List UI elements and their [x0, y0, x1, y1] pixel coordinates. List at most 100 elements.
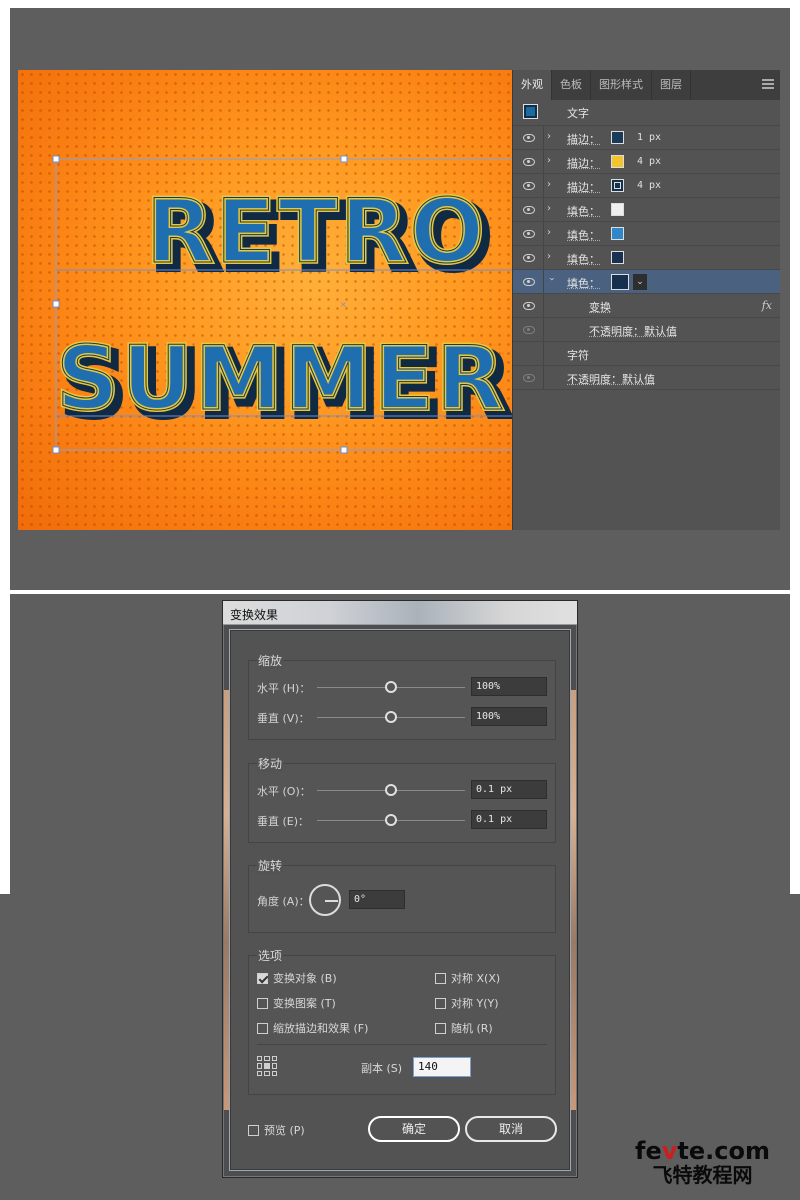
fill-opacity-label[interactable]: 不透明度：默认值 [589, 323, 677, 339]
move-vertical-slider-knob[interactable] [385, 814, 397, 826]
fill-row-selected[interactable]: › 填色： ⌄ [513, 270, 780, 294]
visibility-eye-icon[interactable] [523, 206, 535, 214]
characters-row[interactable]: 字符 [513, 342, 780, 366]
tab-layers[interactable]: 图层 [652, 70, 691, 100]
move-vertical-input[interactable]: 0.1 px [471, 810, 547, 829]
fill-label[interactable]: 填色： [567, 227, 600, 243]
fill-row-3[interactable]: › 填色： [513, 246, 780, 270]
appearance-header-row[interactable]: 文字 [513, 100, 780, 126]
checkbox-icon[interactable] [248, 1125, 259, 1136]
expand-chevron-icon[interactable]: › [547, 252, 557, 262]
visibility-eye-icon[interactable] [523, 254, 535, 262]
visibility-eye-icon[interactable] [523, 134, 535, 142]
reflect-y-checkbox[interactable]: 对称 Y(Y) [435, 995, 499, 1011]
page: RETRO RETRO RETRO SUMMER SUMMER SUMMER × [0, 0, 800, 1200]
fill-swatch[interactable] [611, 227, 624, 240]
copies-input[interactable]: 140 [413, 1057, 471, 1077]
handle-bottom-center[interactable] [340, 446, 348, 454]
fill-swatch[interactable] [611, 251, 624, 264]
expand-chevron-icon[interactable]: › [547, 180, 557, 190]
rotate-group: 旋转 角度 (A)： 0° [248, 857, 556, 933]
handle-middle-left[interactable] [52, 300, 60, 308]
fill-label[interactable]: 填色： [567, 275, 600, 291]
stroke-swatch[interactable] [611, 131, 624, 144]
stroke-label[interactable]: 描边： [567, 131, 600, 147]
stroke-swatch[interactable] [611, 179, 624, 192]
handle-top-center[interactable] [340, 155, 348, 163]
stroke-swatch[interactable] [611, 155, 624, 168]
row-divider [543, 198, 544, 221]
checkbox-icon[interactable] [257, 998, 268, 1009]
checkbox-icon[interactable] [435, 1023, 446, 1034]
panel-menu-icon[interactable] [762, 79, 774, 89]
stroke-weight[interactable]: 4 px [637, 180, 661, 191]
scale-vertical-row: 垂直 (V)： 100% [257, 707, 553, 727]
tab-appearance[interactable]: 外观 [513, 70, 552, 100]
visibility-eye-icon[interactable] [523, 278, 535, 286]
stroke-row-3[interactable]: › 描边： 4 px [513, 174, 780, 198]
collapse-chevron-icon[interactable]: › [546, 277, 557, 287]
stroke-label[interactable]: 描边： [567, 179, 600, 195]
effect-transform-row[interactable]: 变换 fx [513, 294, 780, 318]
stroke-row-1[interactable]: › 描边： 1 px [513, 126, 780, 150]
expand-chevron-icon[interactable]: › [547, 156, 557, 166]
reference-point-locator-icon[interactable] [257, 1056, 277, 1076]
stroke-label[interactable]: 描边： [567, 155, 600, 171]
checkbox-icon[interactable] [435, 998, 446, 1009]
scale-horizontal-slider-knob[interactable] [385, 681, 397, 693]
handle-top-left[interactable] [52, 155, 60, 163]
fx-icon[interactable]: fx [762, 299, 772, 312]
checkbox-icon[interactable] [257, 1023, 268, 1034]
scale-vertical-slider-knob[interactable] [385, 711, 397, 723]
object-opacity-row[interactable]: 不透明度：默认值 [513, 366, 780, 390]
fill-swatch[interactable] [611, 274, 629, 290]
scale-strokes-checkbox[interactable]: 缩放描边和效果 (F) [257, 1020, 368, 1036]
stroke-weight[interactable]: 4 px [637, 156, 661, 167]
move-horizontal-input[interactable]: 0.1 px [471, 780, 547, 799]
visibility-eye-icon[interactable] [523, 326, 535, 334]
visibility-eye-icon[interactable] [523, 182, 535, 190]
object-opacity-label[interactable]: 不透明度：默认值 [567, 371, 655, 387]
transform-patterns-checkbox[interactable]: 变换图案 (T) [257, 995, 336, 1011]
fill-swatch[interactable] [611, 203, 624, 216]
expand-chevron-icon[interactable]: › [547, 228, 557, 238]
angle-dial-icon[interactable] [309, 884, 341, 916]
transform-objects-checkbox[interactable]: 变换对象 (B) [257, 970, 337, 986]
scale-vertical-input[interactable]: 100% [471, 707, 547, 726]
row-divider [543, 126, 544, 149]
characters-label[interactable]: 字符 [567, 347, 589, 363]
move-group: 移动 水平 (O)： 0.1 px 垂直 (E)： 0.1 px [248, 755, 556, 843]
stroke-weight[interactable]: 1 px [637, 132, 661, 143]
fill-label[interactable]: 填色： [567, 251, 600, 267]
swatch-dropdown-chevron-icon[interactable]: ⌄ [633, 274, 647, 290]
scale-horizontal-input[interactable]: 100% [471, 677, 547, 696]
effect-transform-label[interactable]: 变换 [589, 299, 611, 315]
expand-chevron-icon[interactable]: › [547, 132, 557, 142]
watermark-domain: fevte.com [635, 1138, 770, 1164]
visibility-eye-icon[interactable] [523, 302, 535, 310]
move-horizontal-slider-knob[interactable] [385, 784, 397, 796]
artboard[interactable]: RETRO RETRO RETRO SUMMER SUMMER SUMMER × [18, 70, 513, 530]
row-divider [543, 342, 544, 365]
preview-checkbox[interactable]: 预览 (P) [248, 1122, 305, 1138]
expand-chevron-icon[interactable]: › [547, 204, 557, 214]
tab-swatches[interactable]: 色板 [552, 70, 591, 100]
visibility-eye-icon[interactable] [523, 230, 535, 238]
reflect-x-checkbox[interactable]: 对称 X(X) [435, 970, 500, 986]
ok-button[interactable]: 确定 [368, 1116, 460, 1142]
tab-graphic-styles[interactable]: 图形样式 [591, 70, 652, 100]
visibility-eye-icon[interactable] [523, 374, 535, 382]
random-checkbox[interactable]: 随机 (R) [435, 1020, 493, 1036]
retro-inner-stroke: RETRO [146, 180, 486, 283]
cancel-button[interactable]: 取消 [465, 1116, 557, 1142]
visibility-eye-icon[interactable] [523, 158, 535, 166]
fill-opacity-row[interactable]: 不透明度：默认值 [513, 318, 780, 342]
handle-bottom-left[interactable] [52, 446, 60, 454]
checkbox-icon[interactable] [435, 973, 446, 984]
fill-row-1[interactable]: › 填色： [513, 198, 780, 222]
rotate-angle-input[interactable]: 0° [349, 890, 405, 909]
fill-row-2[interactable]: › 填色： [513, 222, 780, 246]
stroke-row-2[interactable]: › 描边： 4 px [513, 150, 780, 174]
checkbox-checked-icon[interactable] [257, 973, 268, 984]
fill-label[interactable]: 填色： [567, 203, 600, 219]
